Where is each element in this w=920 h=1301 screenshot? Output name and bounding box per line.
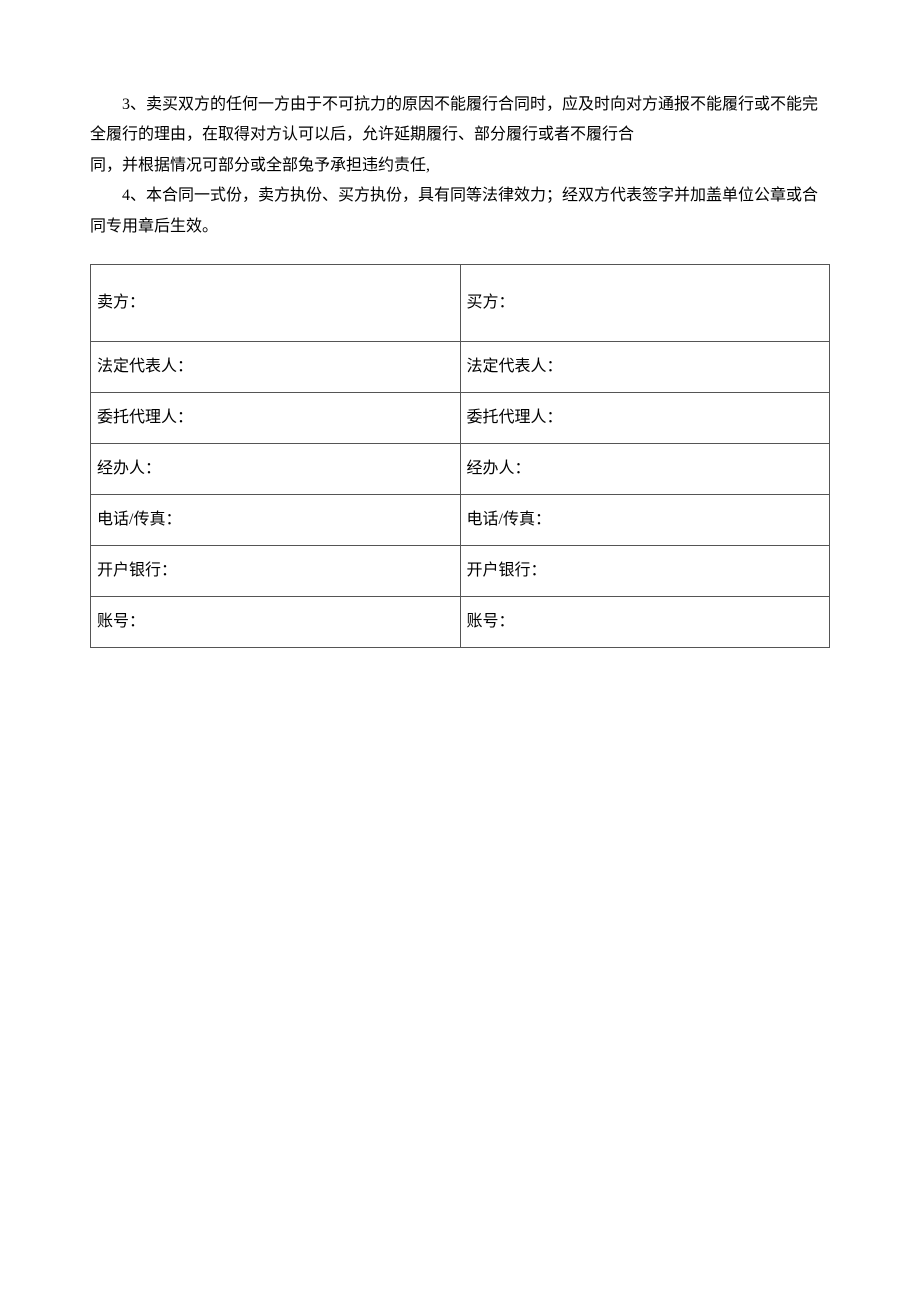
buyer-cell: 经办人： (460, 443, 830, 494)
seller-cell: 卖方： (91, 264, 461, 341)
seller-cell: 法定代表人： (91, 341, 461, 392)
table-row: 卖方：买方： (91, 264, 830, 341)
table-row: 委托代理人：委托代理人： (91, 392, 830, 443)
table-row: 开户银行：开户银行： (91, 545, 830, 596)
seller-cell: 开户银行： (91, 545, 461, 596)
buyer-cell: 账号： (460, 596, 830, 647)
clause-4: 4、本合同一式份，卖方执份、买方执份，具有同等法律效力；经双方代表签字并加盖单位… (90, 181, 830, 242)
buyer-cell: 电话/传真： (460, 494, 830, 545)
seller-cell: 委托代理人： (91, 392, 461, 443)
seller-cell: 电话/传真： (91, 494, 461, 545)
buyer-cell: 委托代理人： (460, 392, 830, 443)
table-row: 法定代表人：法定代表人： (91, 341, 830, 392)
buyer-cell: 买方： (460, 264, 830, 341)
document-page: 3、卖买双方的任何一方由于不可抗力的原因不能履行合同时，应及时向对方通报不能履行… (0, 0, 920, 648)
seller-cell: 账号： (91, 596, 461, 647)
buyer-cell: 法定代表人： (460, 341, 830, 392)
table-row: 经办人：经办人： (91, 443, 830, 494)
table-row: 电话/传真：电话/传真： (91, 494, 830, 545)
clause-3-part1: 3、卖买双方的任何一方由于不可抗力的原因不能履行合同时，应及时向对方通报不能履行… (90, 90, 830, 151)
signature-table: 卖方：买方：法定代表人：法定代表人：委托代理人：委托代理人：经办人：经办人：电话… (90, 264, 830, 648)
signature-table-body: 卖方：买方：法定代表人：法定代表人：委托代理人：委托代理人：经办人：经办人：电话… (91, 264, 830, 647)
table-row: 账号：账号： (91, 596, 830, 647)
clause-3-part2: 同，并根据情况可部分或全部兔予承担违约责任, (90, 151, 830, 181)
buyer-cell: 开户银行： (460, 545, 830, 596)
seller-cell: 经办人： (91, 443, 461, 494)
